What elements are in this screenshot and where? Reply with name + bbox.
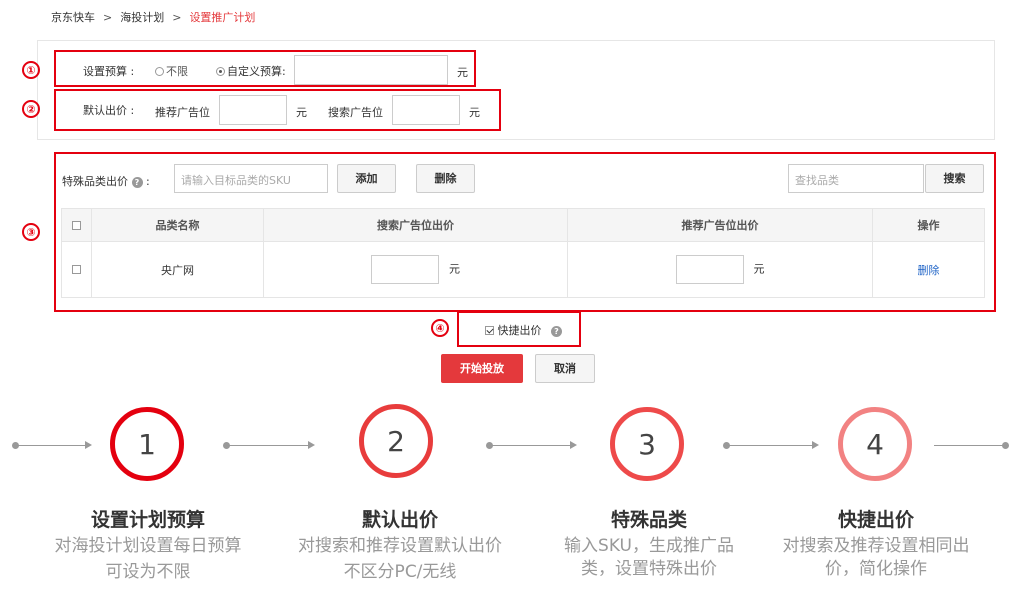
bid-recommend-input[interactable] <box>219 95 287 125</box>
budget-custom-radio[interactable]: 自定义预算: <box>216 63 286 79</box>
start-button[interactable]: 开始投放 <box>441 354 523 383</box>
search-bid-cell: 元 <box>263 241 568 298</box>
bid-recommend-unit: 元 <box>296 106 307 119</box>
budget-unlimited-radio[interactable]: 不限 <box>155 63 188 79</box>
radio-icon <box>155 67 164 76</box>
step-2-desc-line1: 对搜索和推荐设置默认出价 <box>298 536 502 556</box>
step-3-desc-line2: 类，设置特殊出价 <box>581 559 717 579</box>
breadcrumb-item-jd-express[interactable]: 京东快车 <box>51 11 95 24</box>
step-3-circle: 3 <box>610 407 684 481</box>
row-recommend-unit: 元 <box>753 262 765 276</box>
flow-dot <box>1002 442 1009 449</box>
row-select-cell <box>61 241 92 298</box>
flow-line <box>934 445 1006 446</box>
flow-arrow <box>85 441 92 449</box>
step-4-title: 快捷出价 <box>837 509 914 531</box>
col-category-name: 品类名称 <box>91 208 264 242</box>
flow-arrow <box>570 441 577 449</box>
bid-label: 默认出价 : <box>83 104 135 117</box>
col-actions: 操作 <box>872 208 985 242</box>
bid-search-input[interactable] <box>392 95 460 125</box>
breadcrumb-separator: > <box>103 11 113 24</box>
category-name: 央广网 <box>91 241 264 298</box>
breadcrumb-item-plan[interactable]: 海投计划 <box>120 11 164 24</box>
step-1-title: 设置计划预算 <box>90 509 205 531</box>
step-1-desc-line1: 对海投计划设置每日预算 <box>54 536 242 556</box>
budget-unlimited-label: 不限 <box>166 65 188 78</box>
cancel-button[interactable]: 取消 <box>535 354 595 383</box>
bid-recommend-label: 推荐广告位 <box>155 106 210 119</box>
help-icon[interactable]: ? <box>551 326 562 337</box>
quick-bid-label: 快捷出价 <box>497 324 542 337</box>
select-all-checkbox[interactable] <box>72 220 81 230</box>
table-row: 央广网 元 元 删除 <box>61 241 985 298</box>
special-colon: : <box>146 175 150 188</box>
bid-search-label: 搜索广告位 <box>328 106 383 119</box>
sku-input[interactable]: 请输入目标品类的SKU <box>174 164 328 193</box>
breadcrumb-current: 设置推广计划 <box>189 11 256 24</box>
col-search-bid: 搜索广告位出价 <box>263 208 568 242</box>
step-4-circle: 4 <box>838 407 912 481</box>
marker-3: ③ <box>22 223 40 241</box>
marker-2: ② <box>22 100 40 118</box>
step-2-desc-line2: 不区分PC/无线 <box>343 562 457 582</box>
delete-button[interactable]: 删除 <box>416 164 475 193</box>
select-all-cell <box>61 208 92 242</box>
action-cell: 删除 <box>872 241 985 298</box>
step-4-desc-line2: 价，简化操作 <box>825 559 927 579</box>
breadcrumb-separator: > <box>172 11 182 24</box>
quick-bid-option[interactable]: 快捷出价 ? <box>485 322 562 338</box>
step-3-desc-line1: 输入SKU，生成推广品 <box>564 536 734 556</box>
recommend-bid-cell: 元 <box>567 241 873 298</box>
step-1-desc-line2: 可设为不限 <box>105 562 191 582</box>
step-3-title: 特殊品类 <box>610 509 687 531</box>
budget-input[interactable] <box>294 55 448 85</box>
step-4-desc-line1: 对搜索及推荐设置相同出 <box>782 536 970 556</box>
budget-custom-label: 自定义预算: <box>227 65 286 78</box>
row-checkbox[interactable] <box>72 265 81 274</box>
flow-line <box>229 445 310 446</box>
row-delete-link[interactable]: 删除 <box>918 264 940 277</box>
help-icon[interactable]: ? <box>131 177 143 188</box>
search-button[interactable]: 搜索 <box>925 164 984 193</box>
special-label: 特殊品类出价 ? : <box>62 173 150 189</box>
row-search-unit: 元 <box>449 262 460 276</box>
step-2-circle: 2 <box>359 404 433 478</box>
marker-4: ④ <box>431 319 449 337</box>
budget-label: 设置预算 : <box>83 65 135 78</box>
marker-1: ① <box>22 61 40 79</box>
quick-bid-checkbox[interactable] <box>485 326 494 335</box>
category-table: 品类名称 搜索广告位出价 推荐广告位出价 操作 央广网 元 元 删除 <box>61 208 985 298</box>
row-search-bid-input[interactable] <box>371 255 439 284</box>
flow-arrow <box>812 441 819 449</box>
step-1-circle: 1 <box>110 407 184 481</box>
budget-unit: 元 <box>457 66 468 79</box>
flow-line <box>729 445 812 446</box>
col-recommend-bid: 推荐广告位出价 <box>567 208 873 242</box>
special-label-text: 特殊品类出价 <box>62 175 128 188</box>
flow-line <box>492 445 571 446</box>
table-header-row: 品类名称 搜索广告位出价 推荐广告位出价 操作 <box>61 208 985 242</box>
flow-line <box>18 445 88 446</box>
category-search-input[interactable]: 查找品类 <box>788 164 924 193</box>
breadcrumb: 京东快车 > 海投计划 > 设置推广计划 <box>51 9 255 25</box>
add-button[interactable]: 添加 <box>337 164 396 193</box>
step-2-title: 默认出价 <box>361 509 438 531</box>
radio-selected-icon <box>216 67 225 76</box>
row-recommend-bid-input[interactable] <box>675 255 744 284</box>
flow-arrow <box>308 441 315 449</box>
bid-search-unit: 元 <box>469 106 480 119</box>
